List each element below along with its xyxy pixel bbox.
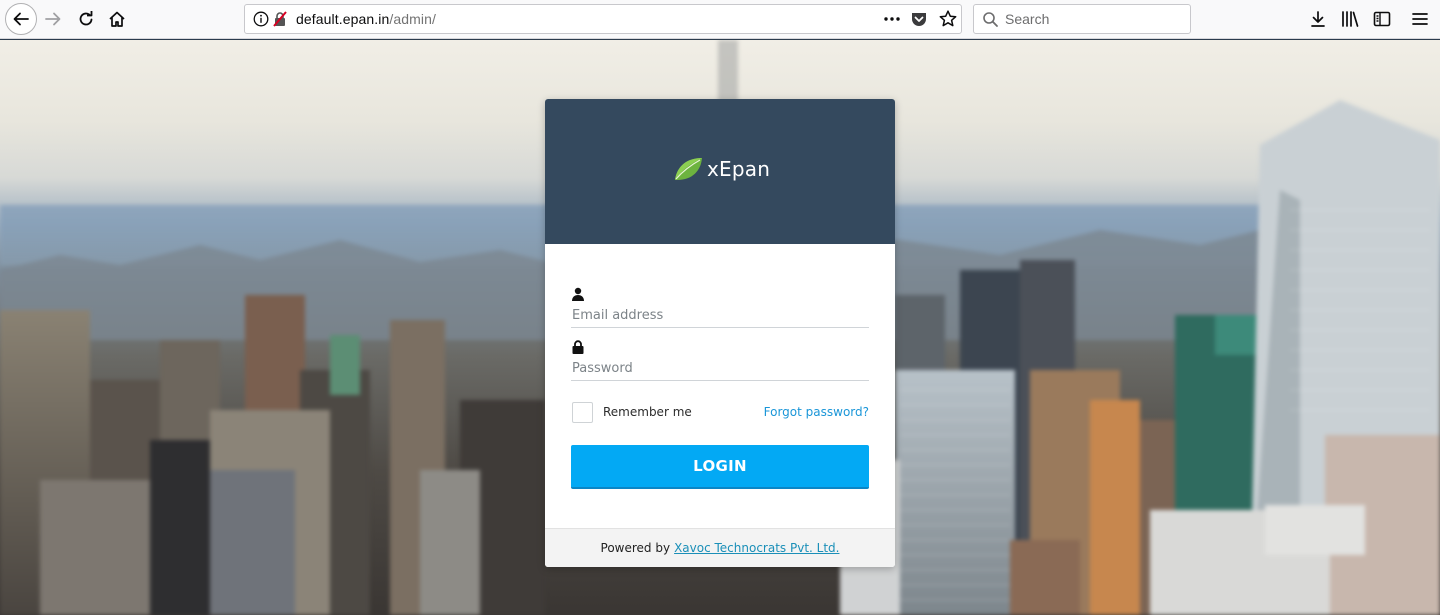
browser-toolbar: default.epan.in/admin/ Search: [0, 0, 1440, 39]
user-icon: [572, 287, 584, 301]
login-card: xEpan Remember me Forgot password? LOGIN…: [545, 99, 895, 567]
footer-text: Powered by: [600, 541, 671, 555]
login-card-footer: Powered by Xavoc Technocrats Pvt. Ltd.: [545, 528, 895, 567]
lock-icon: [572, 340, 584, 354]
password-field[interactable]: [571, 357, 869, 381]
info-icon[interactable]: [253, 11, 269, 27]
reload-button[interactable]: [71, 4, 101, 34]
pocket-icon[interactable]: [910, 10, 928, 28]
back-arrow-icon: [13, 12, 29, 26]
download-icon[interactable]: [1308, 9, 1328, 29]
forward-button[interactable]: [38, 4, 68, 34]
search-bar[interactable]: Search: [973, 4, 1191, 34]
home-button[interactable]: [102, 4, 132, 34]
library-icon[interactable]: [1340, 9, 1360, 29]
brand-name: xEpan: [707, 157, 771, 181]
more-dots-icon[interactable]: [881, 8, 903, 30]
login-button[interactable]: LOGIN: [571, 445, 869, 489]
remember-me-label[interactable]: Remember me: [603, 405, 692, 419]
footer-company-link[interactable]: Xavoc Technocrats Pvt. Ltd.: [674, 541, 839, 555]
email-field[interactable]: [571, 304, 869, 328]
sidebar-icon[interactable]: [1372, 9, 1392, 29]
search-placeholder: Search: [1005, 11, 1050, 27]
leaf-icon: [675, 158, 702, 180]
url-bar[interactable]: default.epan.in/admin/: [244, 4, 962, 34]
remember-me-checkbox[interactable]: [572, 402, 593, 423]
reload-icon: [79, 11, 93, 26]
brand-logo: xEpan: [673, 155, 770, 183]
url-path: /admin/: [389, 11, 436, 27]
url-host: default.epan.in: [296, 11, 390, 27]
forward-arrow-icon: [45, 12, 61, 26]
home-icon: [109, 11, 125, 27]
back-button[interactable]: [5, 3, 37, 35]
forgot-password-link[interactable]: Forgot password?: [764, 405, 869, 419]
search-icon: [983, 12, 998, 27]
insecure-lock-icon[interactable]: [272, 11, 288, 27]
url-text[interactable]: default.epan.in/admin/: [296, 11, 436, 27]
star-icon[interactable]: [938, 9, 958, 29]
menu-icon[interactable]: [1410, 9, 1430, 29]
login-card-header: xEpan: [545, 99, 895, 244]
